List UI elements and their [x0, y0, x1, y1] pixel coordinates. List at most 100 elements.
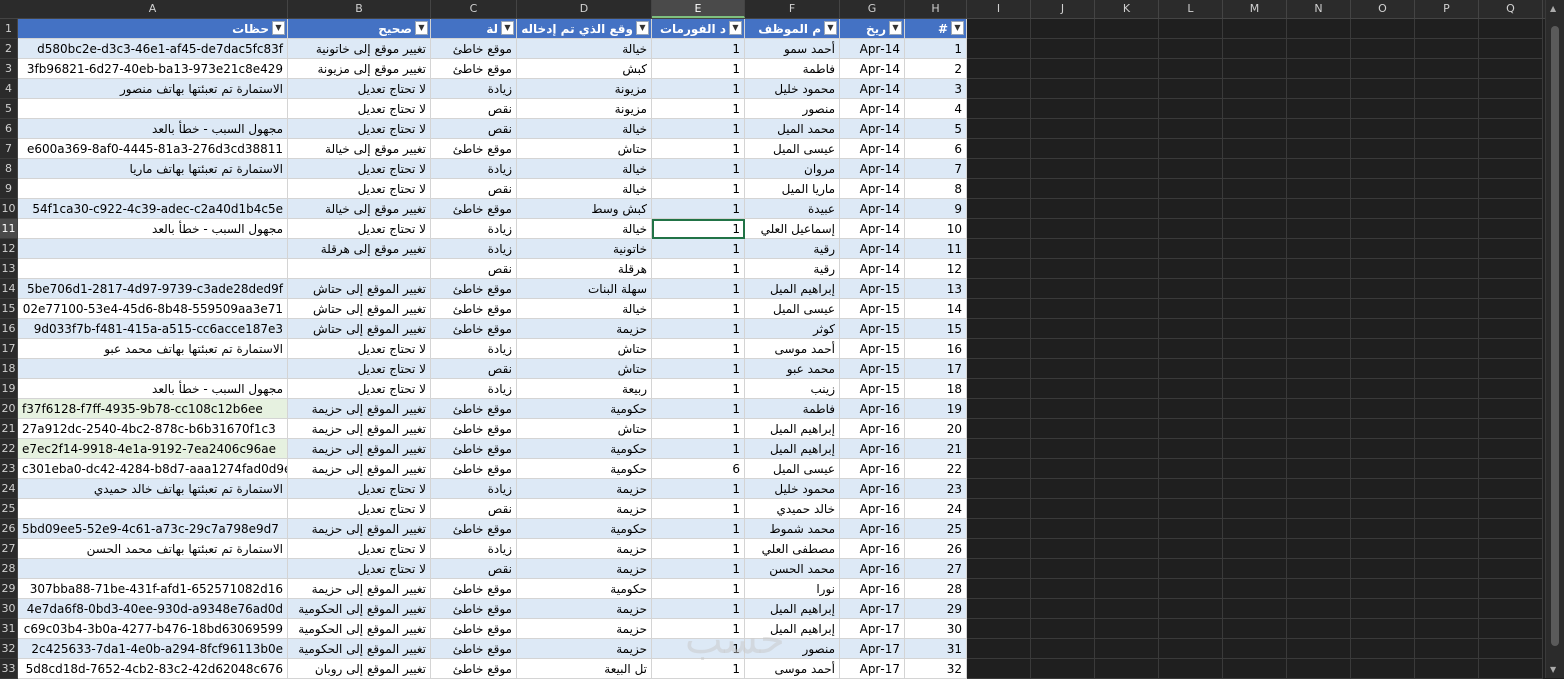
notes-cell[interactable]: مجهول السبب - خطأ بالعد [18, 379, 288, 399]
column-header-j[interactable]: J [1031, 0, 1095, 18]
employee-name-cell[interactable]: ماريا الميل [745, 179, 840, 199]
empty-cell[interactable] [1223, 59, 1287, 79]
empty-cell[interactable] [1223, 519, 1287, 539]
date-cell[interactable]: 14-Apr [840, 139, 905, 159]
row-header[interactable]: 26 [0, 519, 18, 539]
location-cell[interactable]: حتاش [517, 359, 652, 379]
empty-cell[interactable] [1223, 499, 1287, 519]
empty-cell[interactable] [1223, 579, 1287, 599]
employee-name-cell[interactable]: رقية [745, 259, 840, 279]
location-cell[interactable]: خيالة [517, 299, 652, 319]
empty-cell[interactable] [1031, 379, 1095, 399]
fix-cell[interactable]: تغيير الموقع إلى حزيمة [288, 579, 431, 599]
index-cell[interactable]: 4 [905, 99, 967, 119]
empty-cell[interactable] [1159, 259, 1223, 279]
empty-cell[interactable] [1479, 539, 1543, 559]
location-cell[interactable]: حتاش [517, 339, 652, 359]
row-header[interactable]: 28 [0, 559, 18, 579]
employee-name-cell[interactable]: خالد حميدي [745, 499, 840, 519]
empty-cell[interactable] [1479, 179, 1543, 199]
forms-count-cell[interactable]: 1 [652, 39, 745, 59]
index-cell[interactable]: 2 [905, 59, 967, 79]
empty-cell[interactable] [967, 439, 1031, 459]
empty-cell[interactable] [1223, 19, 1287, 39]
header-cell[interactable]: صحيح ▼ [288, 19, 431, 39]
location-cell[interactable]: حكومية [517, 459, 652, 479]
index-cell[interactable]: 23 [905, 479, 967, 499]
empty-cell[interactable] [1479, 519, 1543, 539]
notes-cell[interactable] [18, 259, 288, 279]
error-type-cell[interactable]: موقع خاطئ [431, 399, 517, 419]
empty-cell[interactable] [1223, 179, 1287, 199]
index-cell[interactable]: 3 [905, 79, 967, 99]
header-cell[interactable]: م الموظف ▼ [745, 19, 840, 39]
empty-cell[interactable] [1223, 259, 1287, 279]
date-cell[interactable]: 15-Apr [840, 319, 905, 339]
notes-cell[interactable]: c301eba0-dc42-4284-b8d7-aaa1274fad0d9e5 [18, 459, 288, 479]
empty-cell[interactable] [1479, 399, 1543, 419]
row-header[interactable]: 15 [0, 299, 18, 319]
fix-cell[interactable] [288, 259, 431, 279]
date-cell[interactable]: 14-Apr [840, 219, 905, 239]
empty-cell[interactable] [1031, 239, 1095, 259]
row-header[interactable]: 2 [0, 39, 18, 59]
empty-cell[interactable] [1415, 659, 1479, 679]
empty-cell[interactable] [1159, 519, 1223, 539]
empty-cell[interactable] [1287, 499, 1351, 519]
empty-cell[interactable] [1223, 219, 1287, 239]
row-header[interactable]: 13 [0, 259, 18, 279]
empty-cell[interactable] [1095, 119, 1159, 139]
empty-cell[interactable] [1415, 99, 1479, 119]
forms-count-cell[interactable]: 6 [652, 459, 745, 479]
row-header[interactable]: 9 [0, 179, 18, 199]
fix-cell[interactable]: تغيير الموقع إلى حزيمة [288, 399, 431, 419]
forms-count-cell[interactable]: 1 [652, 159, 745, 179]
employee-name-cell[interactable]: عيسى الميل [745, 139, 840, 159]
fix-cell[interactable]: لا تحتاج تعديل [288, 119, 431, 139]
date-cell[interactable]: 14-Apr [840, 99, 905, 119]
empty-cell[interactable] [1095, 179, 1159, 199]
empty-cell[interactable] [1159, 399, 1223, 419]
empty-cell[interactable] [1287, 159, 1351, 179]
empty-cell[interactable] [1415, 639, 1479, 659]
location-cell[interactable]: حزيمة [517, 479, 652, 499]
row-header[interactable]: 24 [0, 479, 18, 499]
error-type-cell[interactable]: نقص [431, 119, 517, 139]
notes-cell[interactable]: 307bba88-71be-431f-afd1-652571082d16 [18, 579, 288, 599]
employee-name-cell[interactable]: محمد شموط [745, 519, 840, 539]
empty-cell[interactable] [1223, 419, 1287, 439]
column-header-b[interactable]: B [288, 0, 431, 18]
empty-cell[interactable] [1287, 419, 1351, 439]
empty-cell[interactable] [1415, 59, 1479, 79]
empty-cell[interactable] [967, 659, 1031, 679]
location-cell[interactable]: خيالة [517, 119, 652, 139]
notes-cell[interactable]: c69c03b4-3b0a-4277-b476-18bd63069599 [18, 619, 288, 639]
empty-cell[interactable] [1479, 379, 1543, 399]
empty-cell[interactable] [1479, 119, 1543, 139]
column-header-m[interactable]: M [1223, 0, 1287, 18]
employee-name-cell[interactable]: فاطمة [745, 399, 840, 419]
date-cell[interactable]: 16-Apr [840, 399, 905, 419]
empty-cell[interactable] [1031, 179, 1095, 199]
empty-cell[interactable] [1031, 479, 1095, 499]
empty-cell[interactable] [1479, 319, 1543, 339]
empty-cell[interactable] [1479, 599, 1543, 619]
notes-cell[interactable]: 27a912dc-2540-4bc2-878c-b6b31670f1c3 [18, 419, 288, 439]
empty-cell[interactable] [1159, 219, 1223, 239]
empty-cell[interactable] [967, 179, 1031, 199]
error-type-cell[interactable]: نقص [431, 559, 517, 579]
empty-cell[interactable] [1287, 459, 1351, 479]
fix-cell[interactable]: تغيير موقع إلى مزيونة [288, 59, 431, 79]
error-type-cell[interactable]: موقع خاطئ [431, 659, 517, 679]
error-type-cell[interactable]: موقع خاطئ [431, 279, 517, 299]
empty-cell[interactable] [1415, 419, 1479, 439]
header-cell[interactable]: ريخ ▼ [840, 19, 905, 39]
empty-cell[interactable] [1031, 659, 1095, 679]
empty-cell[interactable] [1287, 299, 1351, 319]
scroll-thumb[interactable] [1551, 26, 1559, 646]
fix-cell[interactable]: تغيير الموقع إلى حتاش [288, 279, 431, 299]
fix-cell[interactable]: لا تحتاج تعديل [288, 539, 431, 559]
index-cell[interactable]: 6 [905, 139, 967, 159]
empty-cell[interactable] [1223, 479, 1287, 499]
column-header-f[interactable]: F [745, 0, 840, 18]
